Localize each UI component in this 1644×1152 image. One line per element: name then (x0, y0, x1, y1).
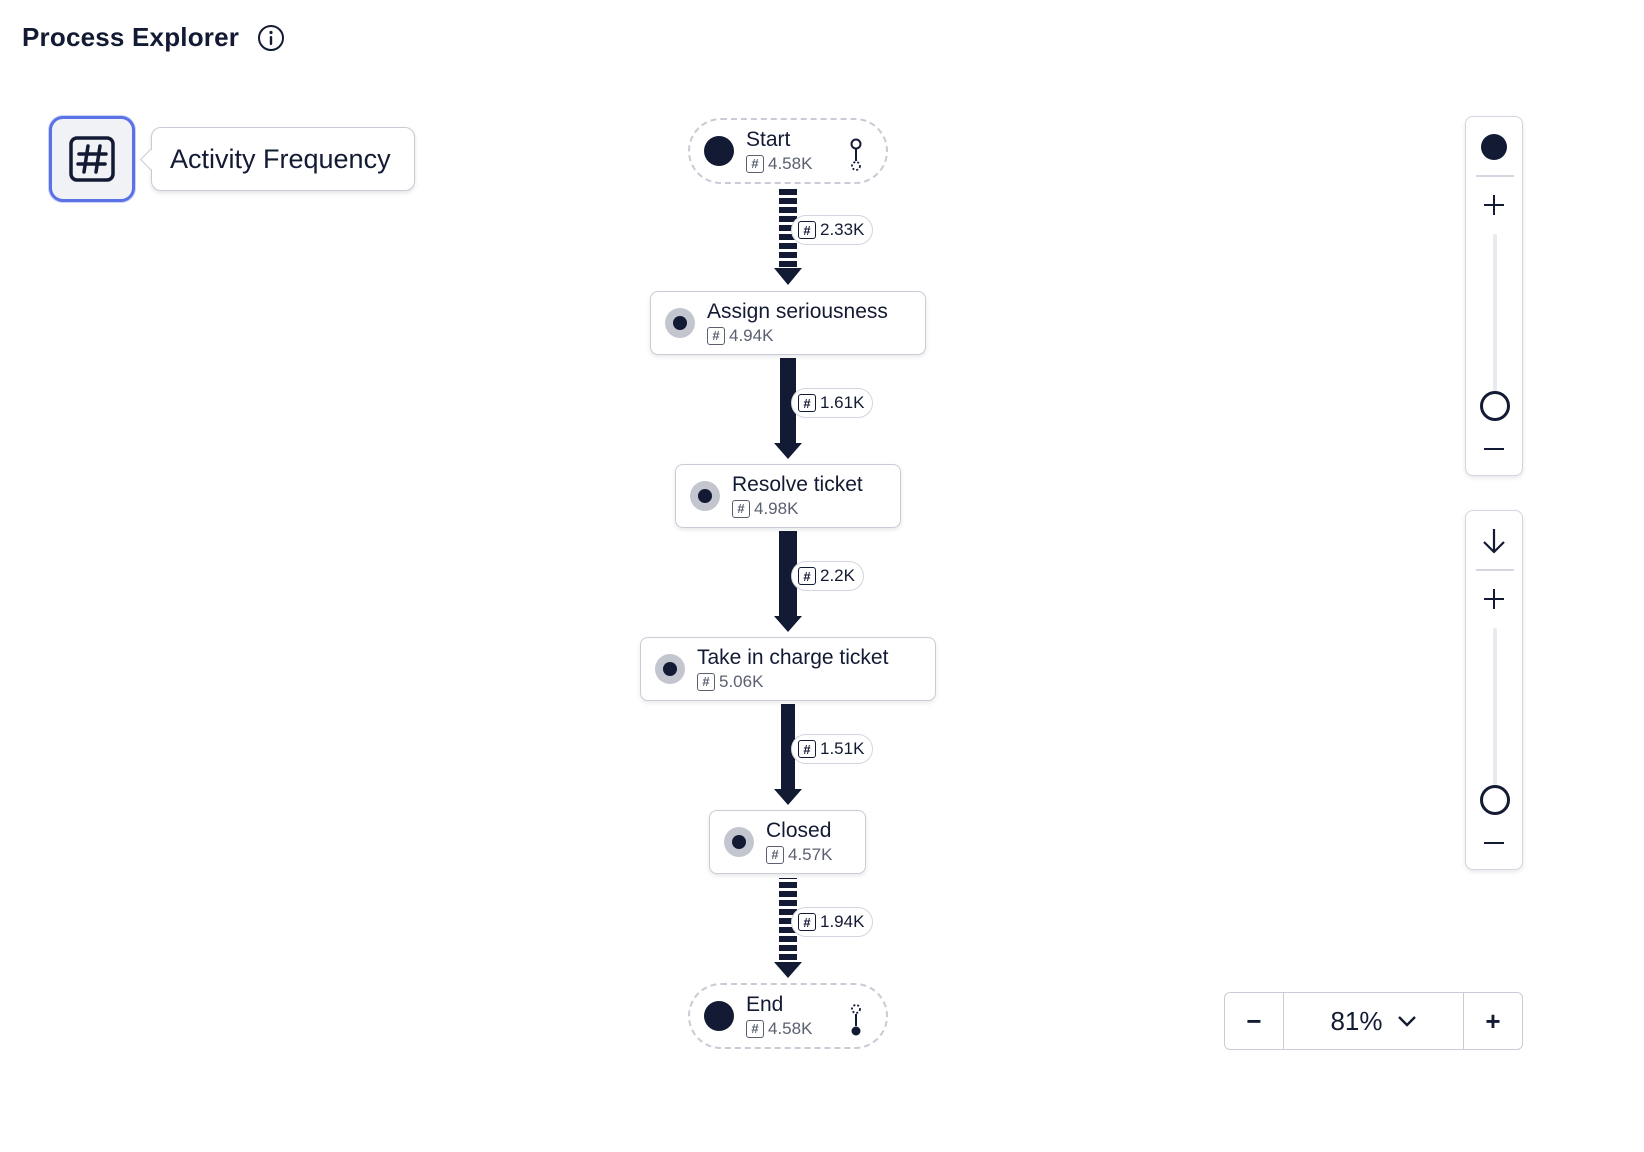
node-label: Take in charge ticket (697, 646, 889, 669)
edge-count: 1.94K (820, 912, 865, 931)
edge-label-resolve-take[interactable]: # 2.2K (791, 561, 864, 591)
paths-slider-header (1466, 511, 1522, 571)
node-count: 4.98K (754, 499, 799, 518)
paths-slider-track[interactable] (1493, 628, 1497, 803)
edge-count: 2.2K (820, 566, 855, 585)
edge-count: 1.61K (820, 393, 865, 412)
edge-label-take-closed[interactable]: # 1.51K (791, 734, 874, 764)
activity-dot-icon (690, 481, 720, 511)
node-count: 5.06K (719, 672, 764, 691)
edge-count: 2.33K (820, 220, 865, 239)
node-label: Assign seriousness (707, 300, 888, 323)
node-count: 4.57K (788, 845, 833, 864)
zoom-out-button[interactable]: − (1225, 993, 1284, 1049)
zoom-level-value: 81% (1330, 1005, 1383, 1036)
edge-label-start-assign[interactable]: # 2.33K (791, 215, 874, 245)
activities-slider-header (1466, 117, 1522, 177)
paths-slider-panel (1465, 510, 1523, 870)
hash-icon: # (697, 673, 715, 691)
node-end[interactable]: End #4.58K (688, 983, 888, 1049)
activities-slider-panel (1465, 116, 1523, 476)
end-dot-icon (704, 1001, 734, 1031)
node-dot-icon (1481, 134, 1507, 160)
node-assign-seriousness[interactable]: Assign seriousness #4.94K (650, 291, 926, 355)
hash-icon: # (798, 394, 816, 412)
metric-tooltip: Activity Frequency (151, 127, 415, 191)
hash-icon: # (732, 500, 750, 518)
minus-icon (1484, 448, 1504, 450)
page-title: Process Explorer (22, 22, 240, 52)
hash-icon: # (746, 155, 764, 173)
minus-icon (1484, 842, 1504, 844)
start-pin-icon (850, 138, 862, 171)
paths-slider-thumb[interactable] (1480, 785, 1510, 815)
node-count: 4.58K (768, 1019, 813, 1038)
edge-label-assign-resolve[interactable]: # 1.61K (791, 388, 874, 418)
start-dot-icon (704, 136, 734, 166)
end-pin-icon (851, 1004, 861, 1036)
plus-icon (1484, 195, 1504, 215)
plus-icon (1484, 589, 1504, 609)
activity-dot-icon (655, 654, 685, 684)
node-label: Closed (766, 819, 832, 842)
edge-count: 1.51K (820, 739, 865, 758)
activity-dot-icon (665, 308, 695, 338)
activities-slider-track[interactable] (1493, 234, 1497, 409)
node-label: Start (746, 128, 791, 151)
hash-icon (69, 136, 115, 182)
page-header: Process Explorer (22, 22, 285, 53)
hash-icon: # (766, 846, 784, 864)
node-resolve-ticket[interactable]: Resolve ticket #4.98K (675, 464, 901, 528)
hash-icon: # (707, 327, 725, 345)
hash-icon: # (798, 567, 816, 585)
metric-label-text: Activity Frequency (170, 143, 391, 174)
activity-dot-icon (724, 827, 754, 857)
paths-increase-button[interactable] (1466, 579, 1522, 619)
node-label: End (746, 993, 784, 1016)
zoom-in-button[interactable]: + (1463, 993, 1522, 1049)
activities-slider-thumb[interactable] (1480, 391, 1510, 421)
node-label: Resolve ticket (732, 473, 863, 496)
node-count: 4.58K (768, 154, 813, 173)
activities-increase-button[interactable] (1466, 185, 1522, 225)
hash-icon: # (746, 1020, 764, 1038)
metric-selector-button[interactable] (49, 116, 135, 202)
node-count: 4.94K (729, 326, 774, 345)
hash-icon: # (798, 740, 816, 758)
chevron-down-icon (1397, 1016, 1416, 1027)
paths-decrease-button[interactable] (1466, 823, 1522, 863)
info-icon[interactable] (257, 24, 285, 52)
node-take-in-charge-ticket[interactable]: Take in charge ticket #5.06K (640, 637, 936, 701)
arrow-down-icon (1483, 529, 1505, 554)
edge-label-closed-end[interactable]: # 1.94K (791, 907, 874, 937)
activities-decrease-button[interactable] (1466, 429, 1522, 469)
zoom-control: − 81% + (1224, 992, 1523, 1050)
hash-icon: # (798, 221, 816, 239)
hash-icon: # (798, 913, 816, 931)
zoom-level-dropdown[interactable]: 81% (1284, 993, 1463, 1049)
node-start[interactable]: Start #4.58K (688, 118, 888, 184)
node-closed[interactable]: Closed #4.57K (709, 810, 866, 874)
